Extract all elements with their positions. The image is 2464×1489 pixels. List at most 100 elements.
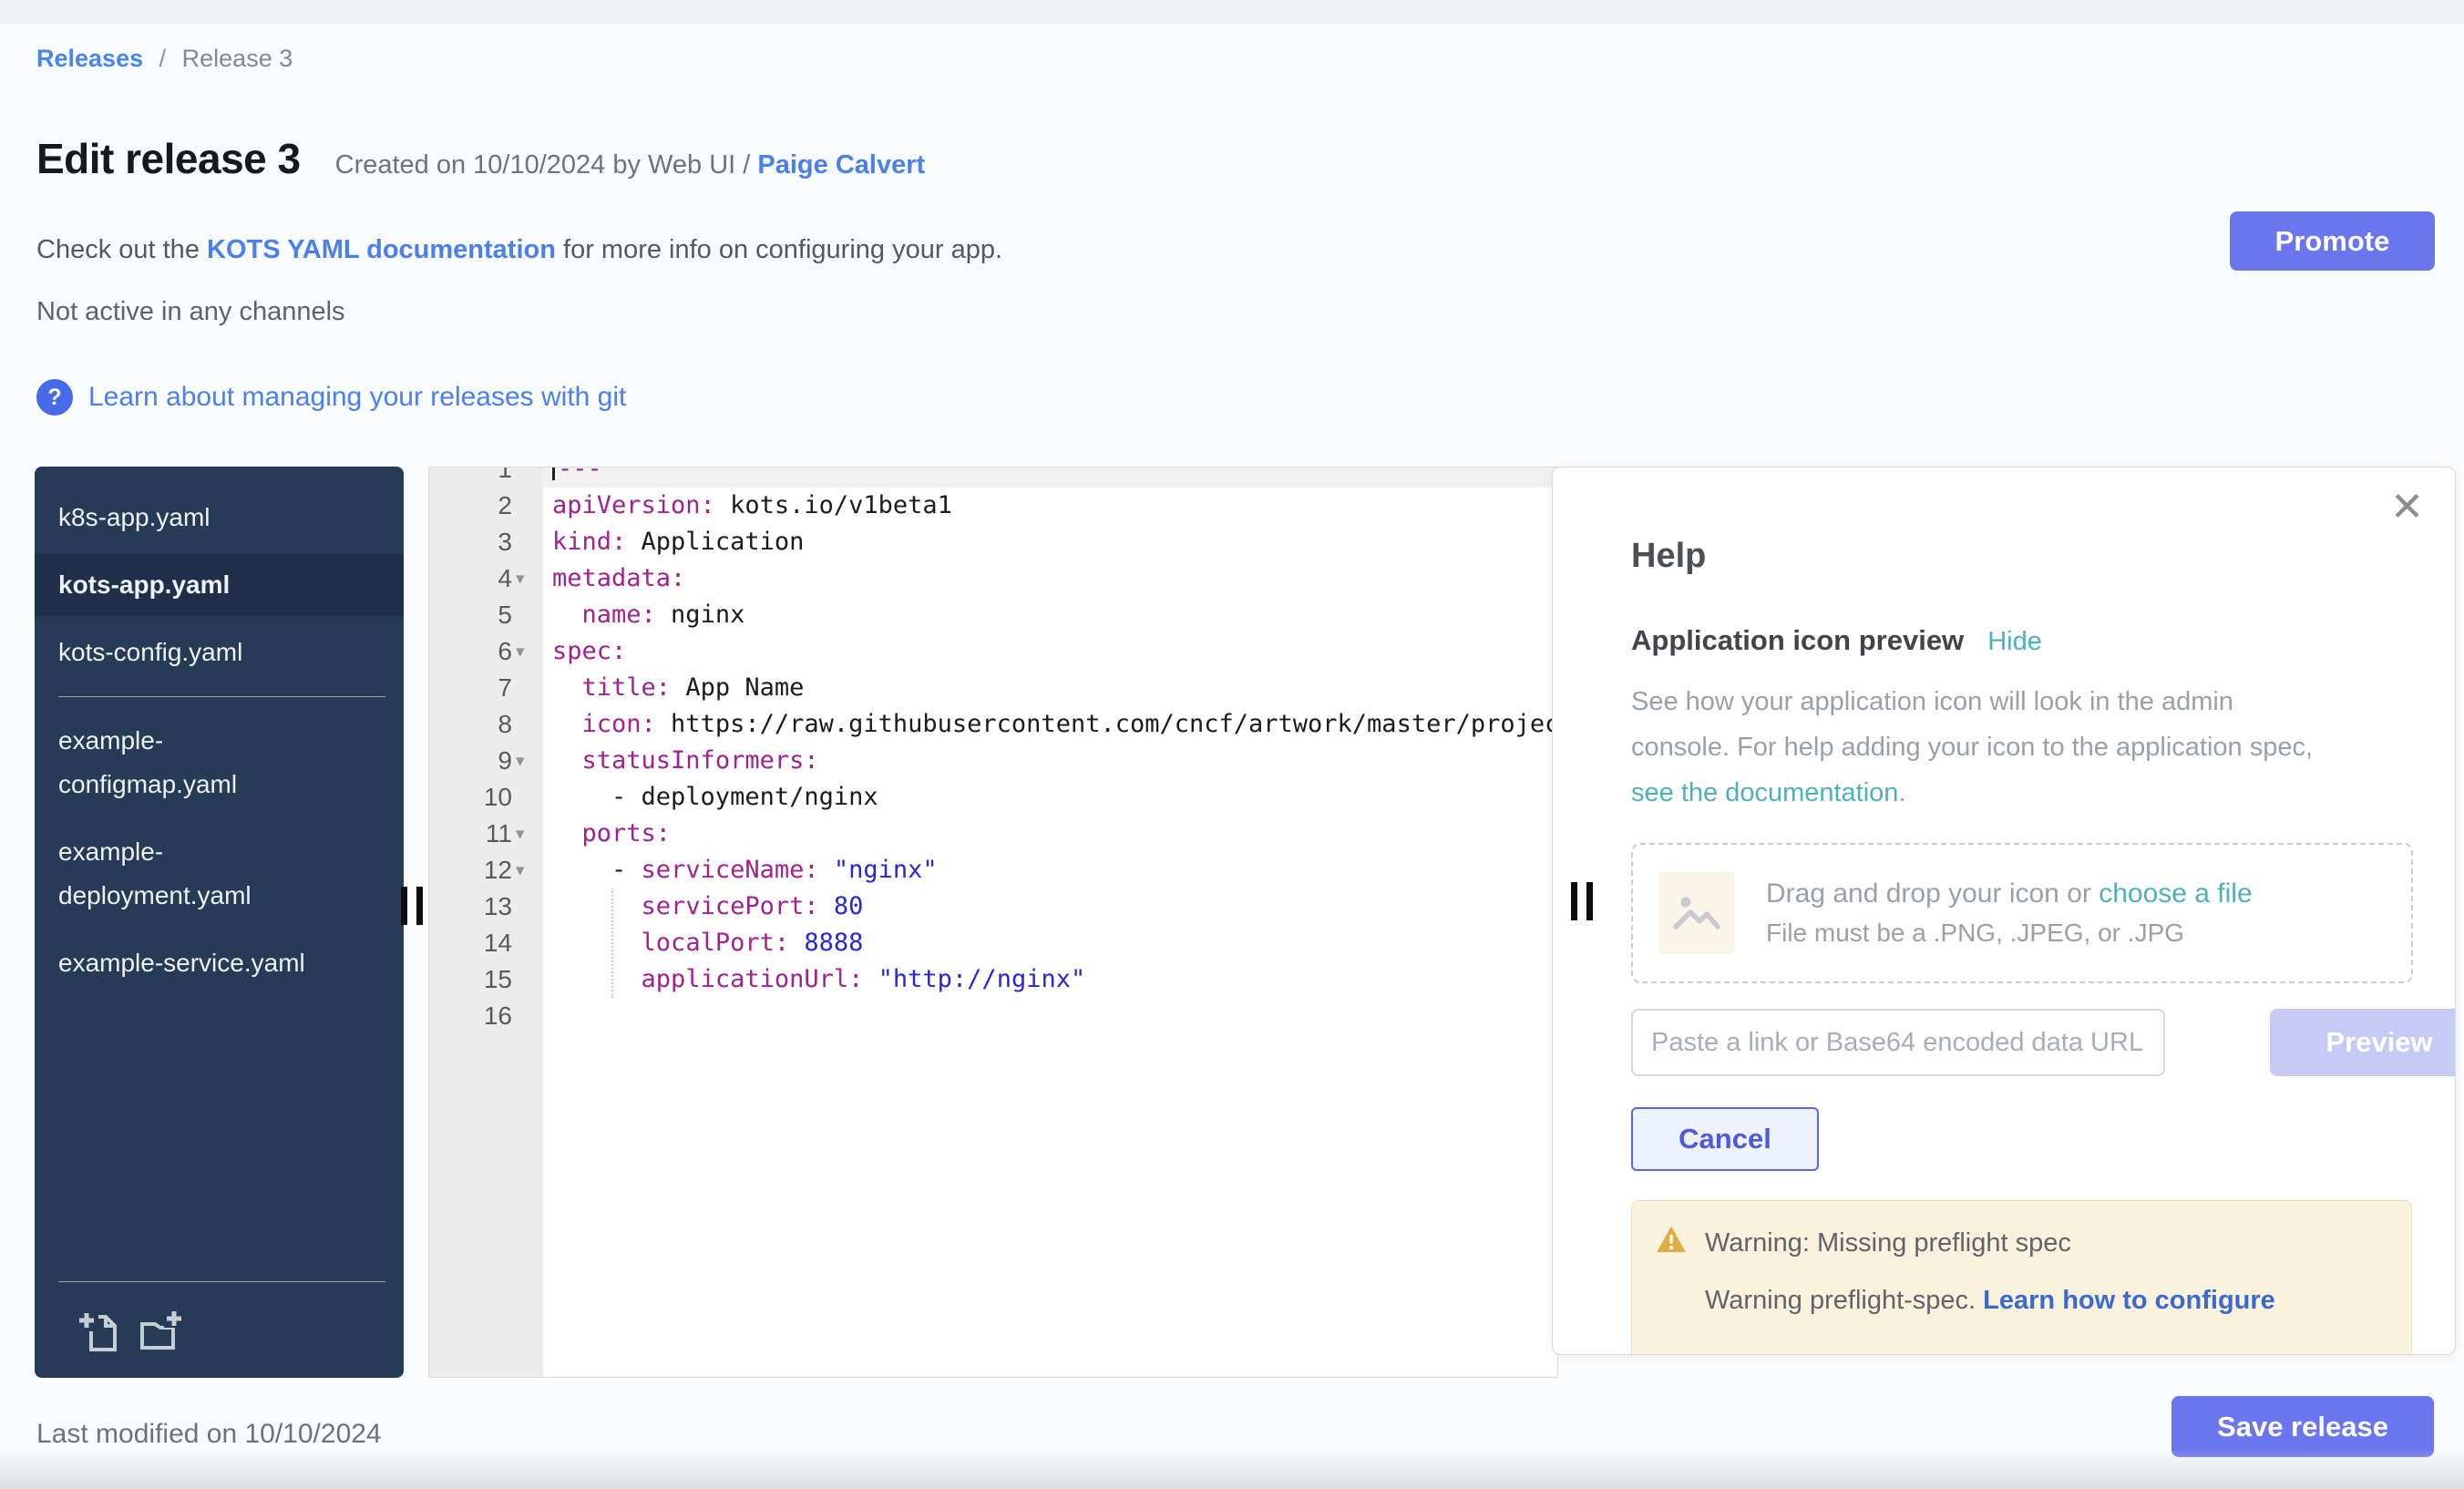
line-number: 5 xyxy=(498,601,512,630)
docs-line-prefix: Check out the xyxy=(36,235,207,264)
code-text xyxy=(543,998,1557,1034)
line-number: 12 xyxy=(484,856,512,885)
text-cursor xyxy=(552,467,555,480)
warning-triangle-icon xyxy=(1656,1225,1687,1261)
hide-link[interactable]: Hide xyxy=(1987,627,2042,657)
code-text: kind: Application xyxy=(543,524,1557,560)
breadcrumb-separator: / xyxy=(159,45,167,72)
desc-line-2: console. For help adding your icon to th… xyxy=(1631,733,2313,762)
code-text: name: nginx xyxy=(543,597,1557,633)
editor-line-13[interactable]: 13 servicePort: 80 xyxy=(429,888,1557,925)
git-releases-link[interactable]: Learn about managing your releases with … xyxy=(88,382,626,413)
author-link[interactable]: Paige Calvert xyxy=(757,150,925,180)
code-text: title: App Name xyxy=(543,670,1557,706)
docs-line-suffix: for more info on configuring your app. xyxy=(556,235,1002,264)
line-number: 6 xyxy=(498,637,512,666)
line-number: 14 xyxy=(484,929,512,958)
learn-configure-link[interactable]: Learn how to configure xyxy=(1983,1286,2275,1315)
preflight-warning: Warning: Missing preflight spec Warning … xyxy=(1631,1200,2412,1355)
save-release-button[interactable]: Save release xyxy=(2171,1396,2434,1457)
file-item-example-deployment-yaml[interactable]: example-deployment.yaml xyxy=(35,821,404,927)
page-title: Edit release 3 xyxy=(36,133,301,184)
code-text: servicePort: 80 xyxy=(543,888,1557,925)
editor-line-10[interactable]: 10 - deployment/nginx xyxy=(429,779,1557,816)
image-placeholder-icon xyxy=(1658,872,1735,954)
warning-body: Warning preflight-spec. xyxy=(1705,1286,1983,1315)
channel-status: Not active in any channels xyxy=(36,297,345,327)
warning-title: Warning: Missing preflight spec xyxy=(1705,1228,2071,1258)
icon-preview-description: See how your application icon will look … xyxy=(1631,679,2413,816)
fold-arrow-icon[interactable]: ▾ xyxy=(512,569,543,590)
created-info: Created on 10/10/2024 by Web UI / Paige … xyxy=(335,150,926,180)
fold-arrow-icon[interactable]: ▾ xyxy=(512,824,543,845)
editor-line-15[interactable]: 15 applicationUrl: "http://nginx" xyxy=(429,961,1557,998)
code-text: metadata: xyxy=(543,560,1557,597)
help-resize-handle[interactable] xyxy=(1571,882,1593,920)
icon-url-input[interactable] xyxy=(1631,1009,2165,1076)
yaml-editor[interactable]: 1 --- 2 apiVersion: kots.io/v1beta1 3 kind: A… xyxy=(428,467,1558,1378)
editor-line-2[interactable]: 2 apiVersion: kots.io/v1beta1 xyxy=(429,488,1557,524)
title-row: Edit release 3 Created on 10/10/2024 by … xyxy=(36,133,925,184)
kots-yaml-docs-link[interactable]: KOTS YAML documentation xyxy=(207,235,556,264)
line-number: 2 xyxy=(498,491,512,520)
file-item-kots-config-yaml[interactable]: kots-config.yaml xyxy=(35,621,404,683)
editor-line-16[interactable]: 16 xyxy=(429,998,1557,1034)
file-item-example-service-yaml[interactable]: example-service.yaml xyxy=(35,932,404,994)
editor-line-1[interactable]: 1 --- xyxy=(429,467,1557,488)
line-number: 8 xyxy=(498,710,512,739)
file-item-example-configmap-yaml[interactable]: example-configmap.yaml xyxy=(35,710,404,816)
line-number: 15 xyxy=(484,965,512,994)
line-number: 16 xyxy=(484,1001,512,1031)
line-number: 7 xyxy=(498,673,512,703)
question-icon: ? xyxy=(36,379,73,416)
fold-arrow-icon[interactable]: ▾ xyxy=(512,751,543,772)
code-text: icon: https://raw.githubusercontent.com/… xyxy=(543,706,1558,743)
line-number: 13 xyxy=(484,892,512,921)
release-editor-page: Releases / Release 3 Edit release 3 Crea… xyxy=(0,0,2464,1489)
promote-button[interactable]: Promote xyxy=(2230,211,2435,271)
preview-button[interactable]: Preview xyxy=(2270,1009,2456,1076)
line-number: 11 xyxy=(486,819,512,848)
icon-dropzone[interactable]: Drag and drop your icon or choose a file… xyxy=(1631,843,2413,983)
see-documentation-link[interactable]: see the documentation xyxy=(1631,778,1898,807)
code-text: spec: xyxy=(543,633,1557,670)
editor-line-4[interactable]: 4▾metadata: xyxy=(429,560,1557,597)
editor-line-14[interactable]: 14 localPort: 8888 xyxy=(429,925,1557,961)
fold-arrow-icon[interactable]: ▾ xyxy=(512,860,543,881)
editor-line-9[interactable]: 9▾ statusInformers: xyxy=(429,743,1557,779)
icon-preview-title: Application icon preview xyxy=(1631,624,1964,657)
code-text: localPort: 8888 xyxy=(543,925,1557,961)
close-icon[interactable]: ✕ xyxy=(2390,484,2424,530)
editor-line-5[interactable]: 5 name: nginx xyxy=(429,597,1557,633)
editor-line-12[interactable]: 12▾ - serviceName: "nginx" xyxy=(429,852,1557,888)
choose-file-link[interactable]: choose a file xyxy=(2099,878,2252,909)
file-item-kots-app-yaml[interactable]: kots-app.yaml xyxy=(35,554,404,616)
help-panel: ✕ Help Application icon preview Hide See… xyxy=(1552,467,2456,1355)
fold-arrow-icon[interactable]: ▾ xyxy=(512,642,543,662)
file-list: k8s-app.yamlkots-app.yamlkots-config.yam… xyxy=(35,487,404,994)
editor-lines: 1 --- 2 apiVersion: kots.io/v1beta1 3 kind: A… xyxy=(429,467,1557,1034)
code-text: - serviceName: "nginx" xyxy=(543,852,1557,888)
line-number: 1 xyxy=(498,467,512,484)
file-item-k8s-app-yaml[interactable]: k8s-app.yaml xyxy=(35,487,404,549)
code-text: applicationUrl: "http://nginx" xyxy=(543,961,1557,998)
indent-guide xyxy=(611,888,613,998)
breadcrumb-releases-link[interactable]: Releases xyxy=(36,45,143,72)
code-text: apiVersion: kots.io/v1beta1 xyxy=(543,488,1557,524)
line-number: 3 xyxy=(498,528,512,557)
cancel-button[interactable]: Cancel xyxy=(1631,1107,1819,1171)
editor-line-7[interactable]: 7 title: App Name xyxy=(429,670,1557,706)
editor-line-6[interactable]: 6▾spec: xyxy=(429,633,1557,670)
bottom-gradient xyxy=(0,1449,2464,1489)
code-text: - deployment/nginx xyxy=(543,779,1557,816)
sidebar-resize-handle[interactable] xyxy=(401,887,423,925)
editor-line-11[interactable]: 11▾ ports: xyxy=(429,816,1557,852)
git-help-row: ? Learn about managing your releases wit… xyxy=(36,379,626,416)
docs-line: Check out the KOTS YAML documentation fo… xyxy=(36,233,1002,266)
created-text: Created on 10/10/2024 by Web UI / xyxy=(335,150,758,180)
editor-line-3[interactable]: 3 kind: Application xyxy=(429,524,1557,560)
code-text: --- xyxy=(543,467,1557,488)
editor-line-8[interactable]: 8 icon: https://raw.githubusercontent.co… xyxy=(429,706,1557,743)
new-folder-icon[interactable] xyxy=(137,1309,184,1361)
new-file-icon[interactable] xyxy=(77,1309,124,1361)
